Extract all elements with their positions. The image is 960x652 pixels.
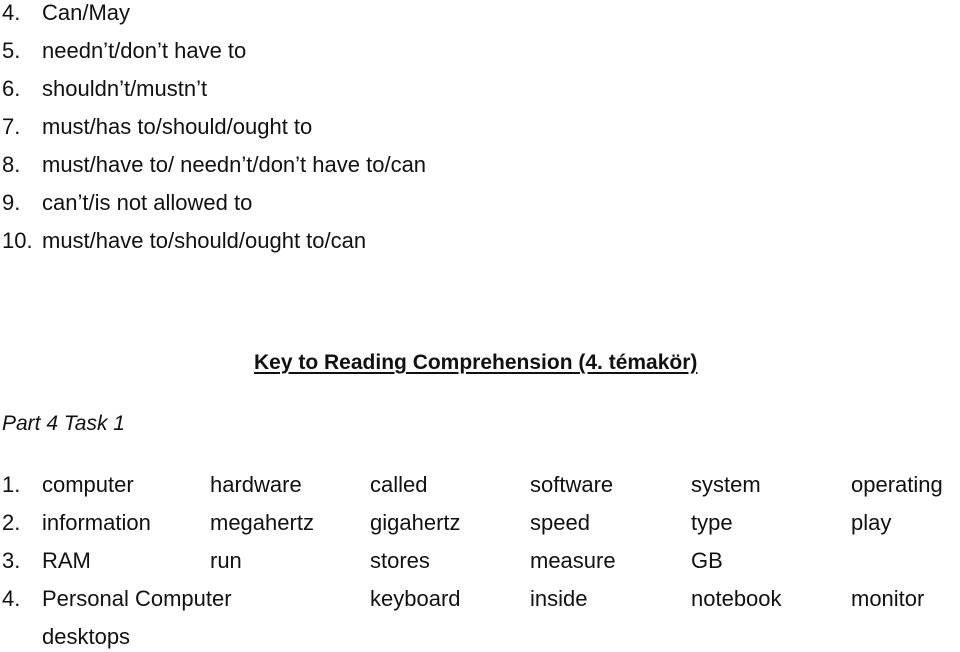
table-row: 2. information megahertz gigahertz speed… bbox=[0, 508, 960, 538]
item-text: must/have to/ needn’t/don’t have to/can bbox=[42, 152, 427, 177]
table-cell: information bbox=[42, 510, 151, 535]
item-number: 10. bbox=[2, 228, 33, 253]
section-title: Key to Reading Comprehension (4. témakör… bbox=[254, 351, 698, 374]
row-number: 1. bbox=[2, 472, 21, 497]
item-text: needn’t/don’t have to bbox=[42, 38, 247, 63]
table-cell: play bbox=[851, 510, 892, 535]
item-text: must/have to/should/ought to/can bbox=[42, 228, 367, 253]
item-number: 7. bbox=[2, 114, 21, 139]
item-text: must/has to/should/ought to bbox=[42, 114, 313, 139]
table-cell: software bbox=[530, 472, 614, 497]
table-cell: megahertz bbox=[210, 510, 314, 535]
row-number: 2. bbox=[2, 510, 21, 535]
part-label: Part 4 Task 1 bbox=[2, 412, 125, 435]
table-cell: hardware bbox=[210, 472, 302, 497]
table-row: desktops bbox=[0, 622, 960, 652]
item-number: 9. bbox=[2, 190, 21, 215]
table-cell: notebook bbox=[691, 586, 782, 611]
table-cell: desktops bbox=[42, 624, 131, 649]
item-text: can’t/is not allowed to bbox=[42, 190, 253, 215]
table-cell: GB bbox=[691, 548, 723, 573]
table-row: 4. Personal Computer keyboard inside not… bbox=[0, 584, 960, 614]
item-number: 6. bbox=[2, 76, 21, 101]
table-cell: run bbox=[210, 548, 242, 573]
table-row: 1. computer hardware called software sys… bbox=[0, 470, 960, 500]
table-cell: RAM bbox=[42, 548, 91, 573]
table-cell: measure bbox=[530, 548, 616, 573]
table-row: 3. RAM run stores measure GB bbox=[0, 546, 960, 576]
table-cell: system bbox=[691, 472, 761, 497]
table-cell: keyboard bbox=[370, 586, 461, 611]
item-text: shouldn’t/mustn’t bbox=[42, 76, 208, 101]
item-number: 4. bbox=[2, 0, 21, 25]
row-number: 4. bbox=[2, 586, 21, 611]
table-cell: stores bbox=[370, 548, 430, 573]
item-number: 5. bbox=[2, 38, 21, 63]
item-text: Can/May bbox=[42, 0, 131, 25]
item-number: 8. bbox=[2, 152, 21, 177]
row-number: 3. bbox=[2, 548, 21, 573]
table-cell: gigahertz bbox=[370, 510, 461, 535]
table-cell: computer bbox=[42, 472, 134, 497]
table-cell: inside bbox=[530, 586, 588, 611]
table-cell: called bbox=[370, 472, 428, 497]
table-cell: monitor bbox=[851, 586, 925, 611]
table-cell: Personal Computer bbox=[42, 586, 232, 611]
table-cell: type bbox=[691, 510, 733, 535]
table-cell: speed bbox=[530, 510, 590, 535]
table-cell: operating bbox=[851, 472, 943, 497]
